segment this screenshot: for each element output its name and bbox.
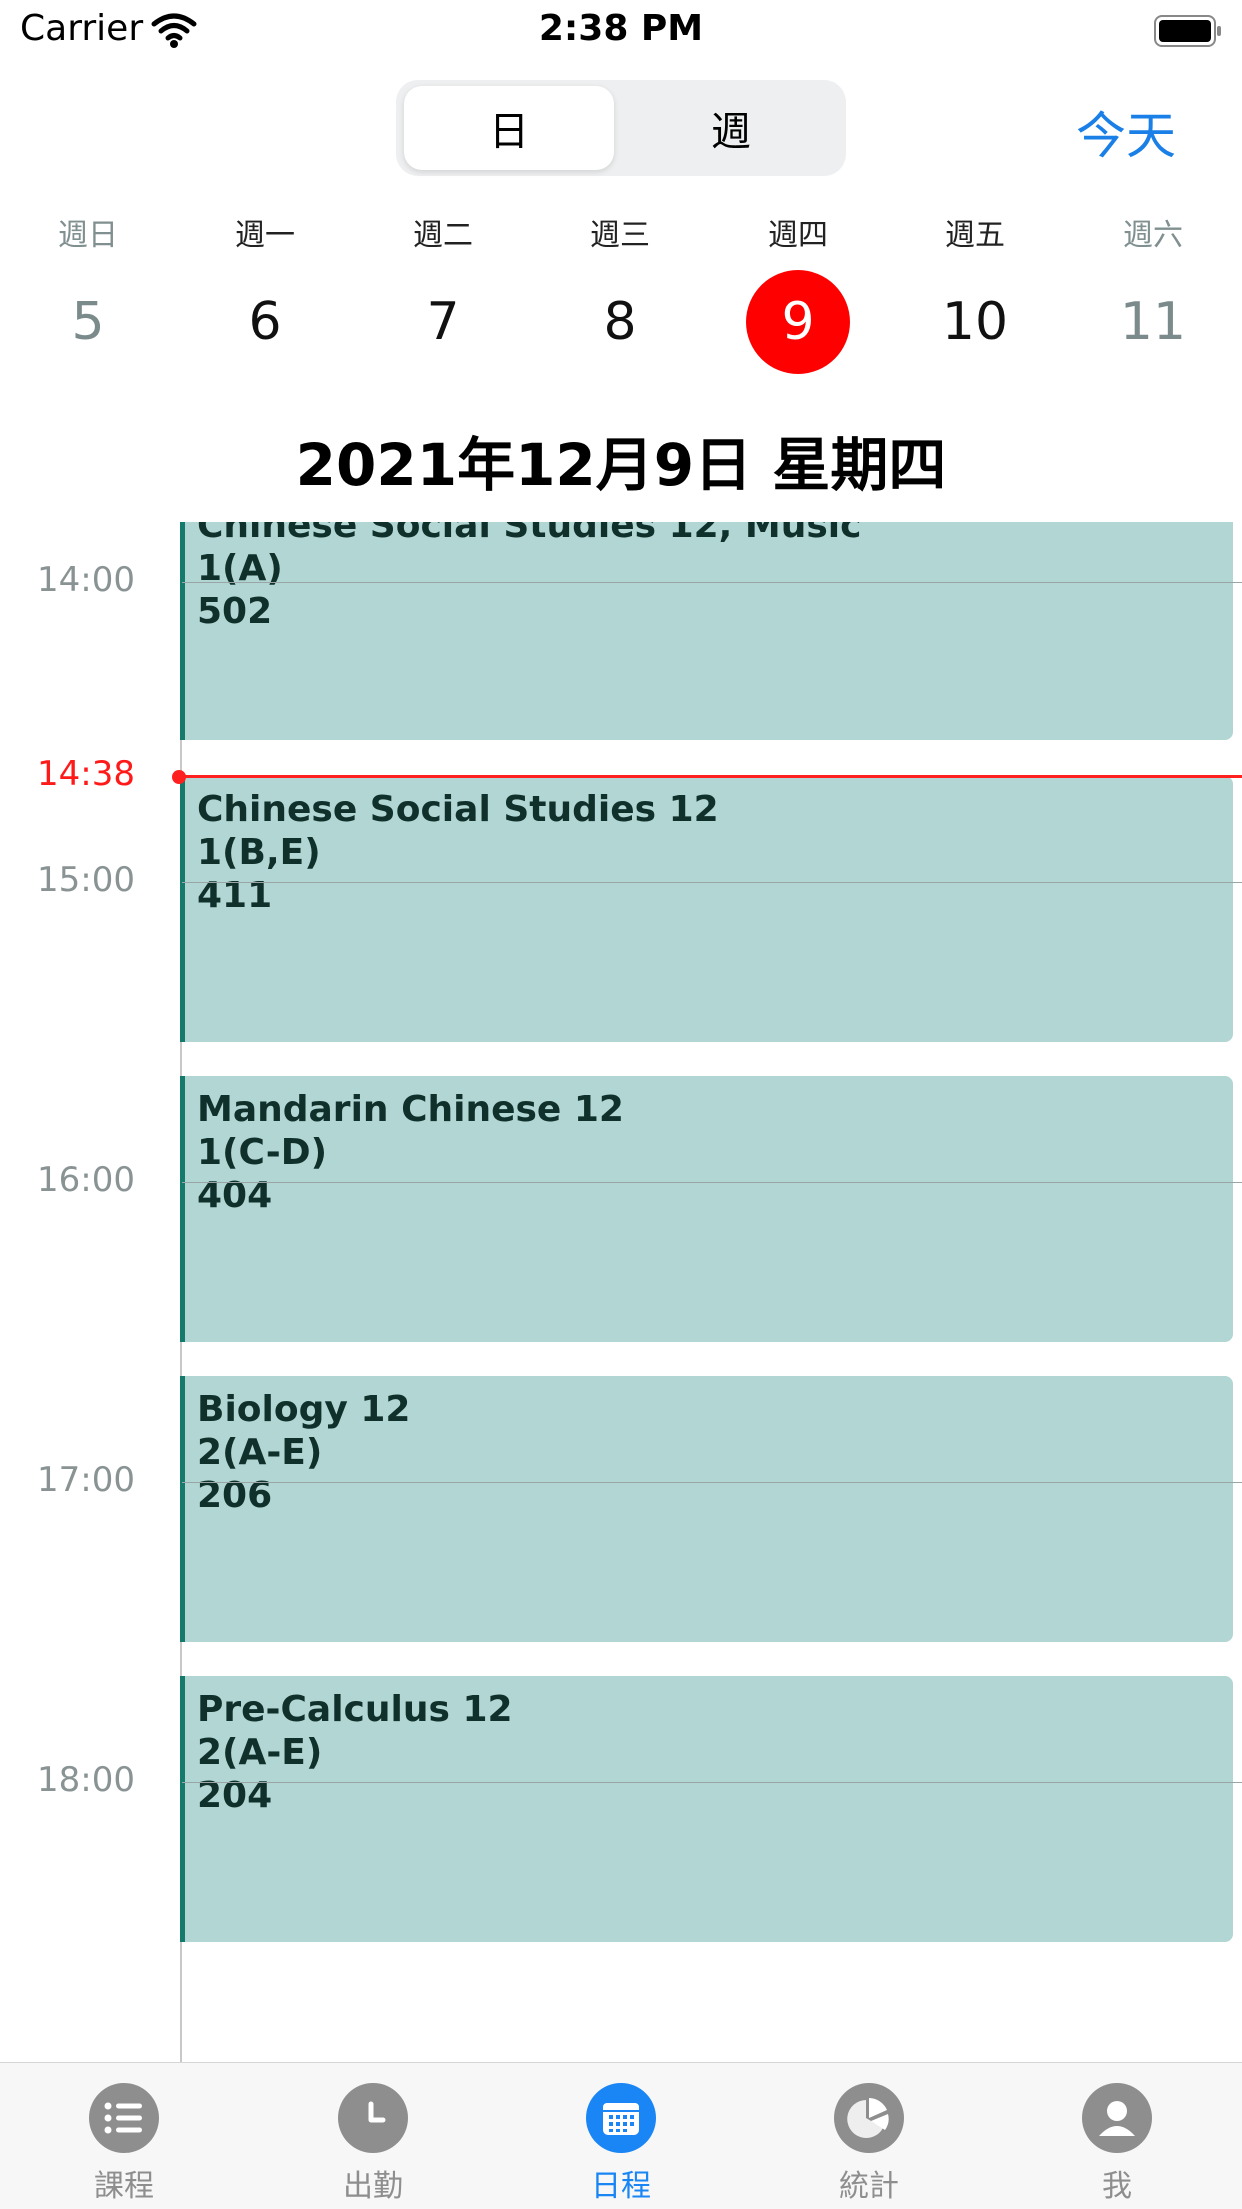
current-time-line — [182, 775, 1242, 778]
tab-me[interactable]: 我 — [1042, 2083, 1192, 2205]
event-group: 1(C-D) — [197, 1132, 328, 1173]
hour-gridline — [182, 1482, 1242, 1483]
event-block[interactable]: Chinese Social Studies 12, Music 1(A) 50… — [180, 522, 1233, 740]
hour-label: 17:00 — [37, 1460, 135, 1500]
day-timeline[interactable]: Chinese Social Studies 12, Music 1(A) 50… — [0, 522, 1242, 2062]
event-group: 1(A) — [197, 548, 283, 589]
tab-courses[interactable]: 課程 — [49, 2083, 199, 2205]
event-group: 1(B,E) — [197, 832, 321, 873]
day-5[interactable]: 5 — [36, 270, 140, 374]
event-block[interactable]: Mandarin Chinese 12 1(C-D) 404 — [180, 1076, 1233, 1342]
tab-label: 出勤 — [343, 2169, 403, 2204]
hour-label: 14:00 — [37, 560, 135, 600]
weekday-label-sun: 週日 — [58, 218, 118, 253]
hour-label: 18:00 — [37, 1760, 135, 1800]
tab-label: 課程 — [94, 2169, 154, 2204]
calendar-icon — [586, 2083, 656, 2153]
tab-statistics[interactable]: 統計 — [794, 2083, 944, 2205]
event-block[interactable]: Chinese Social Studies 12 1(B,E) 411 — [180, 776, 1233, 1042]
event-title: Biology 12 — [197, 1389, 411, 1430]
day-11[interactable]: 11 — [1101, 270, 1205, 374]
hour-label: 15:00 — [37, 860, 135, 900]
weekday-label-mon: 週一 — [235, 218, 295, 253]
event-title: Mandarin Chinese 12 — [197, 1089, 624, 1130]
event-room: 206 — [197, 1475, 273, 1516]
event-room: 502 — [197, 591, 273, 632]
current-time-label: 14:38 — [37, 754, 135, 794]
weekday-label-fri: 週五 — [945, 218, 1005, 253]
day-10[interactable]: 10 — [923, 270, 1027, 374]
event-room: 204 — [197, 1775, 273, 1816]
hour-gridline — [182, 882, 1242, 883]
tab-schedule[interactable]: 日程 — [546, 2083, 696, 2205]
tab-label: 我 — [1102, 2169, 1132, 2204]
hour-gridline — [182, 1782, 1242, 1783]
event-block[interactable]: Biology 12 2(A-E) 206 — [180, 1376, 1233, 1642]
hour-gridline — [182, 582, 1242, 583]
pie-chart-icon — [834, 2083, 904, 2153]
segment-week[interactable]: 週 — [626, 86, 836, 170]
day-7[interactable]: 7 — [391, 270, 495, 374]
list-icon — [89, 2083, 159, 2153]
status-time: 2:38 PM — [538, 8, 704, 49]
today-button[interactable]: 今天 — [1076, 96, 1176, 168]
event-title: Chinese Social Studies 12 — [197, 789, 719, 830]
hour-gridline — [182, 1182, 1242, 1183]
clock-icon — [338, 2083, 408, 2153]
tab-attendance[interactable]: 出勤 — [298, 2083, 448, 2205]
day-8[interactable]: 8 — [568, 270, 672, 374]
event-group: 2(A-E) — [197, 1732, 323, 1773]
tab-label: 統計 — [839, 2169, 899, 2204]
tab-label: 日程 — [591, 2169, 651, 2204]
current-time-dot — [172, 770, 186, 784]
weekday-label-tue: 週二 — [413, 218, 473, 253]
battery-icon — [1154, 15, 1221, 47]
event-room: 411 — [197, 875, 273, 916]
event-title: Chinese Social Studies 12, Music — [197, 522, 862, 546]
segment-day[interactable]: 日 — [404, 86, 614, 170]
tab-bar: 課程 出勤 日程 統計 我 — [0, 2062, 1242, 2209]
event-block[interactable]: Pre-Calculus 12 2(A-E) 204 — [180, 1676, 1233, 1942]
event-group: 2(A-E) — [197, 1432, 323, 1473]
view-mode-segmented-control: 日 週 — [396, 80, 846, 176]
weekday-label-thu: 週四 — [768, 218, 828, 253]
event-room: 404 — [197, 1175, 273, 1216]
day-6[interactable]: 6 — [213, 270, 317, 374]
person-icon — [1082, 2083, 1152, 2153]
selected-date-title: 2021年12月9日 星期四 — [295, 431, 947, 499]
hour-label: 16:00 — [37, 1160, 135, 1200]
day-9-selected[interactable]: 9 — [746, 270, 850, 374]
event-title: Pre-Calculus 12 — [197, 1689, 513, 1730]
weekday-label-sat: 週六 — [1123, 218, 1183, 253]
weekday-label-wed: 週三 — [590, 218, 650, 253]
